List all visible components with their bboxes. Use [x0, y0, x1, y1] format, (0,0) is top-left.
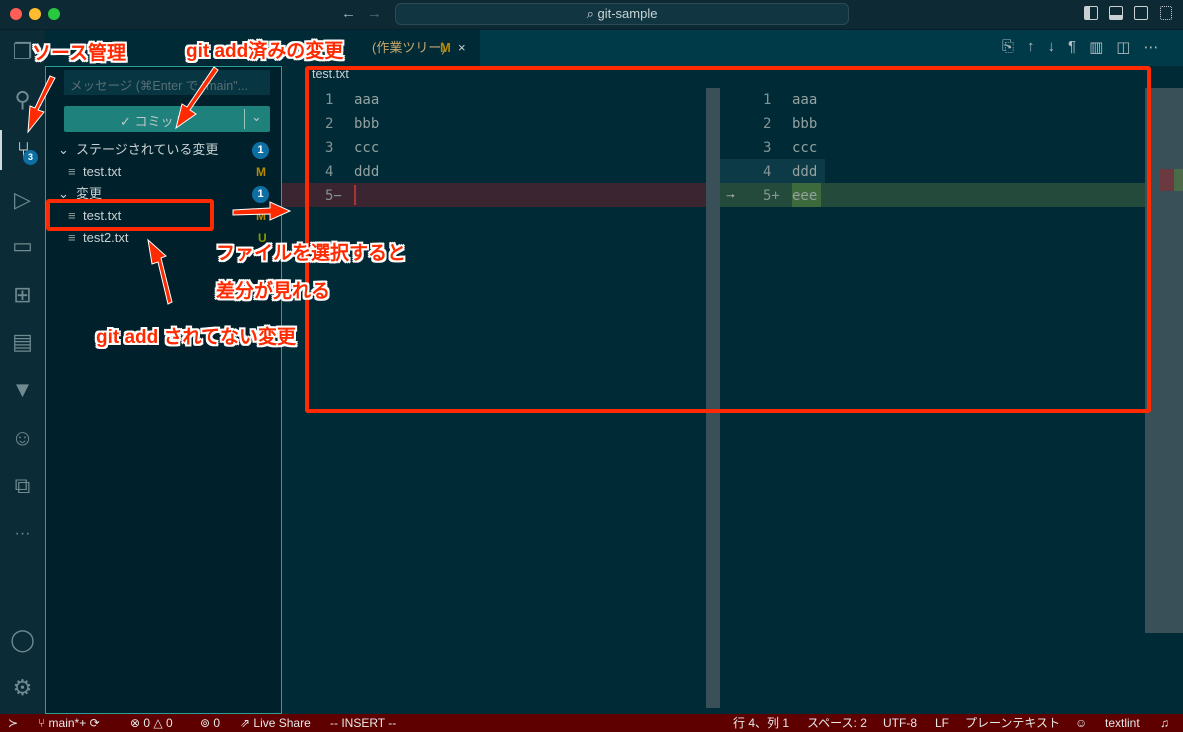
arrow-to-scm [27, 75, 56, 134]
annotation-scm: ソース管理 [32, 43, 127, 64]
arrow-to-diff [232, 201, 292, 221]
annotation-select: ファイルを選択すると [216, 243, 407, 264]
annotation-arrows [27, 66, 292, 305]
annotation-staged: git add済みの変更 [186, 41, 344, 62]
annotation-diff: 差分が見れる [216, 281, 331, 302]
annotation-unstaged: git add されてない変更 [96, 327, 296, 348]
arrow-to-file [147, 238, 173, 305]
arrow-to-commit [175, 66, 219, 130]
